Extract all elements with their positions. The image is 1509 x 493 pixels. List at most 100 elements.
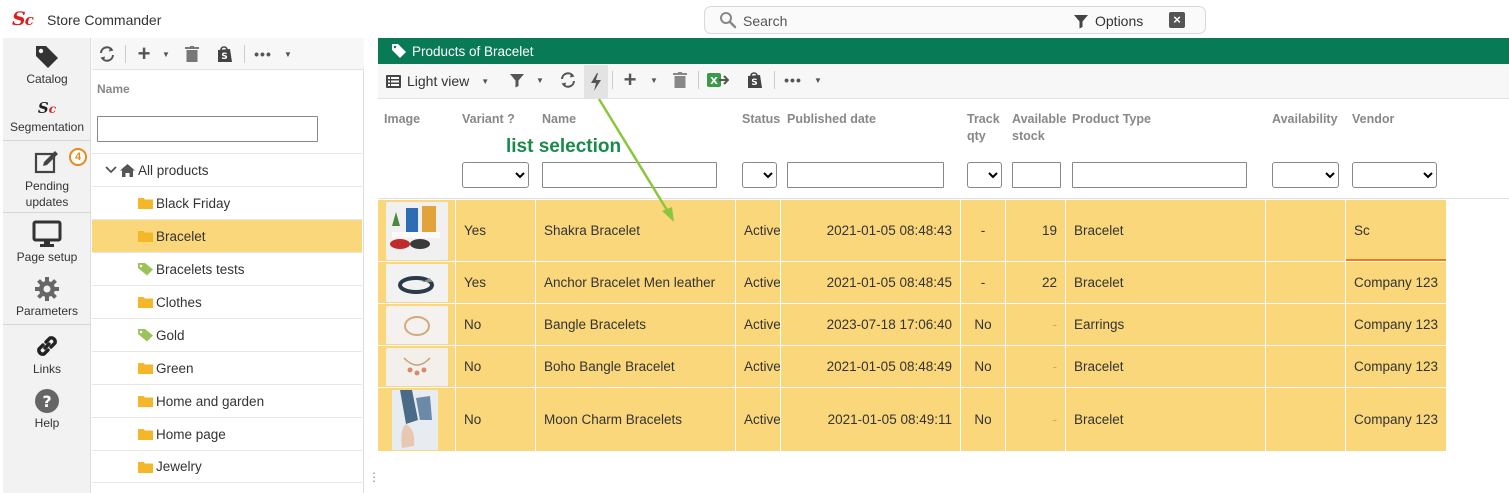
- tree-item-home-and-garden[interactable]: Home and garden: [92, 384, 362, 417]
- tag-icon: [36, 46, 58, 68]
- rail-item-help[interactable]: ? Help: [3, 388, 91, 430]
- tree-item-bracelets-tests[interactable]: Bracelets tests: [92, 252, 362, 285]
- filter-availability-select[interactable]: [1272, 162, 1339, 188]
- category-column-header[interactable]: Name: [97, 82, 130, 96]
- filter-icon: [510, 74, 524, 88]
- product-thumbnail: [386, 348, 448, 386]
- monitor-icon: [32, 220, 62, 247]
- col-header-name[interactable]: Name: [542, 111, 576, 128]
- col-header-track-qty[interactable]: Track qty: [967, 111, 1000, 145]
- col-header-published-date[interactable]: Published date: [787, 111, 876, 128]
- filter-published-input[interactable]: [787, 162, 944, 188]
- col-header-variant[interactable]: Variant ?: [462, 111, 515, 128]
- category-filter-input[interactable]: [97, 116, 318, 142]
- cell-status: Active: [736, 346, 781, 387]
- table-row[interactable]: No Moon Charm Bracelets Active 2021-01-0…: [378, 387, 1446, 451]
- folder-icon: [138, 296, 153, 308]
- rail-item-pending-updates[interactable]: 4 Pending updates: [3, 148, 91, 210]
- rail-item-page-setup[interactable]: Page setup: [3, 220, 91, 264]
- product-thumbnail: [386, 306, 448, 344]
- cell-variant: No: [456, 304, 536, 345]
- refresh-products-button[interactable]: [558, 71, 578, 89]
- col-header-vendor[interactable]: Vendor: [1352, 111, 1394, 128]
- more-actions-dropdown[interactable]: ▼: [812, 71, 824, 89]
- cell-variant: Yes: [456, 200, 536, 261]
- refresh-categories-button[interactable]: [97, 45, 117, 63]
- tree-item-bracelet[interactable]: Bracelet: [92, 219, 362, 252]
- tree-item-clothes[interactable]: Clothes: [92, 285, 362, 318]
- tag-icon: [392, 44, 406, 58]
- more-actions-dropdown[interactable]: ▼: [282, 45, 294, 63]
- add-category-button[interactable]: +: [134, 41, 154, 66]
- ellipsis-icon: •••: [254, 46, 272, 62]
- more-actions-button[interactable]: •••: [782, 71, 804, 89]
- filter-vendor-select[interactable]: [1352, 162, 1437, 188]
- toolbar-separator: [698, 71, 699, 89]
- rail-item-catalog[interactable]: Catalog: [3, 44, 91, 86]
- search-icon: [720, 12, 737, 29]
- col-header-available-stock[interactable]: Available stock: [1012, 111, 1066, 145]
- rail-item-links[interactable]: Links: [3, 332, 91, 376]
- chevron-down-icon[interactable]: [105, 166, 117, 174]
- cell-track-qty: -: [961, 200, 1006, 261]
- cell-published-date: 2021-01-05 08:48:43: [781, 200, 961, 261]
- folder-icon: [138, 230, 153, 242]
- col-header-status[interactable]: Status: [742, 111, 780, 128]
- rail-item-segmentation[interactable]: Sc Segmentation: [3, 99, 91, 135]
- add-product-dropdown[interactable]: ▼: [648, 71, 660, 89]
- shopify-button[interactable]: S: [744, 71, 766, 89]
- ellipsis-icon: •••: [784, 72, 802, 88]
- add-category-dropdown[interactable]: ▼: [160, 45, 172, 63]
- tree-item-black-friday[interactable]: Black Friday: [92, 186, 362, 219]
- tree-item-all-products[interactable]: All products: [92, 153, 362, 186]
- filter-track-qty-select[interactable]: [967, 162, 1002, 188]
- cell-product-type: Bracelet: [1066, 262, 1266, 303]
- tree-item-label: Green: [156, 360, 194, 376]
- tree-item-label: Home page: [156, 426, 226, 442]
- delete-category-button[interactable]: [182, 45, 202, 63]
- toolbar-separator: [774, 71, 775, 89]
- rail-label-page-setup: Page setup: [16, 250, 78, 264]
- col-header-product-type[interactable]: Product Type: [1072, 111, 1151, 128]
- view-selector[interactable]: Light view ▼: [386, 73, 489, 89]
- sc-logo-icon: Sc: [37, 99, 57, 117]
- rail-item-parameters[interactable]: Parameters: [3, 276, 91, 318]
- col-header-availability[interactable]: Availability: [1272, 111, 1338, 128]
- more-actions-button[interactable]: •••: [252, 45, 274, 63]
- filter-variant-select[interactable]: [462, 162, 529, 188]
- filter-stock-input[interactable]: [1012, 162, 1061, 188]
- rail-label-pending-updates: Pending updates: [24, 179, 70, 209]
- filter-status-select[interactable]: [742, 162, 777, 188]
- list-selection-button[interactable]: [584, 65, 608, 98]
- delete-product-button[interactable]: [670, 71, 690, 89]
- cell-vendor[interactable]: Sc: [1346, 200, 1446, 261]
- cell-product-type: Earrings: [1066, 304, 1266, 345]
- filter-button[interactable]: [507, 71, 527, 89]
- tree-item-gold[interactable]: Gold: [92, 318, 362, 351]
- shopify-button[interactable]: S: [214, 45, 236, 63]
- search-input[interactable]: [743, 11, 1043, 30]
- close-search-icon[interactable]: ×: [1169, 12, 1185, 28]
- filter-dropdown[interactable]: ▼: [534, 71, 546, 89]
- tree-item-home-page[interactable]: Home page: [92, 417, 362, 450]
- tree-item-jewelry[interactable]: Jewelry: [92, 450, 362, 483]
- cell-variant: No: [456, 388, 536, 451]
- cell-variant: Yes: [456, 262, 536, 303]
- export-button[interactable]: X: [706, 71, 730, 89]
- folder-icon: [138, 197, 153, 209]
- col-header-image[interactable]: Image: [384, 111, 420, 128]
- filter-type-input[interactable]: [1072, 162, 1247, 188]
- cell-vendor: Company 123: [1354, 412, 1439, 427]
- tree-item-green[interactable]: Green: [92, 351, 362, 384]
- table-row[interactable]: Yes Anchor Bracelet Men leather Active 2…: [378, 261, 1446, 303]
- table-row[interactable]: Yes Shakra Bracelet Active 2021-01-05 08…: [378, 199, 1446, 262]
- view-label: Light view: [407, 73, 470, 89]
- cell-availability: [1266, 262, 1346, 303]
- table-row[interactable]: No Bangle Bracelets Active 2023-07-18 17…: [378, 303, 1446, 345]
- options-button[interactable]: Options: [1073, 11, 1143, 30]
- app-logo[interactable]: Sc: [12, 8, 34, 30]
- tree-item-label: Clothes: [156, 294, 202, 310]
- table-row[interactable]: No Boho Bangle Bracelet Active 2021-01-0…: [378, 345, 1446, 387]
- cell-published-date: 2023-07-18 17:06:40: [781, 304, 961, 345]
- add-product-button[interactable]: +: [620, 67, 640, 92]
